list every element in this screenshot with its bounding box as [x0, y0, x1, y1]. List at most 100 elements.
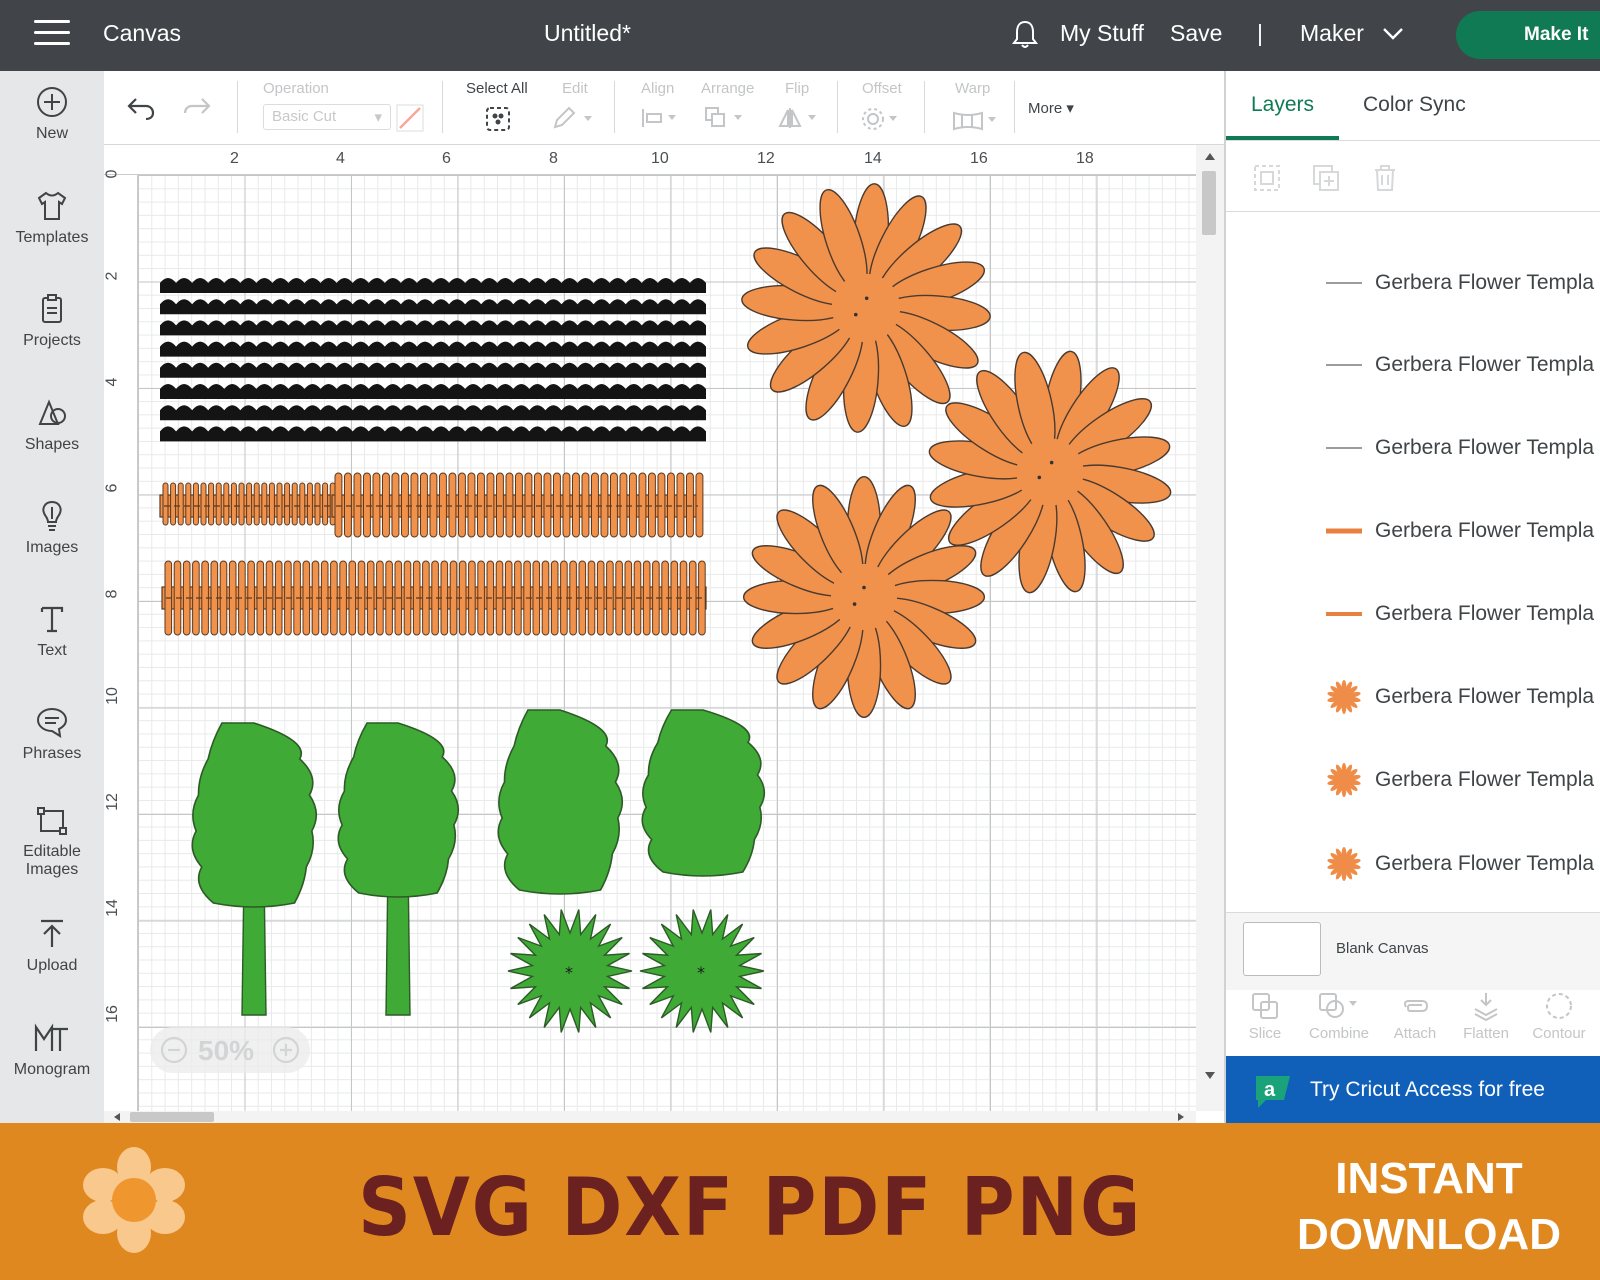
my-stuff-link[interactable]: My Stuff	[1060, 20, 1144, 47]
layer-item[interactable]: Gerbera Flower Templa	[1226, 243, 1600, 323]
layer-item[interactable]: Gerbera Flower Templa	[1226, 491, 1600, 571]
toolbar-separator	[924, 81, 925, 133]
fringe-tooth	[344, 472, 352, 538]
scroll-down-icon[interactable]	[1204, 1071, 1216, 1081]
layer-item[interactable]: Gerbera Flower Templa	[1226, 408, 1600, 488]
align-label: Align	[641, 80, 675, 97]
trash-icon[interactable]	[1370, 163, 1400, 193]
layer-item[interactable]: Gerbera Flower Templa	[1226, 824, 1600, 904]
combine-button[interactable]: Combine	[1304, 991, 1374, 1042]
align-icon[interactable]	[640, 107, 680, 129]
sidebar-item-editable-images[interactable]: Editable Images	[0, 803, 104, 879]
app-window: Canvas Untitled* My Stuff Save | Maker M…	[0, 0, 1600, 1280]
scroll-left-icon[interactable]	[112, 1112, 122, 1122]
fringe-tooth	[363, 472, 371, 538]
bell-icon[interactable]	[1010, 18, 1040, 50]
scroll-up-icon[interactable]	[1204, 151, 1216, 161]
select-all-icon[interactable]	[484, 105, 512, 133]
fringe-tooth	[284, 482, 291, 526]
zoom-in-icon[interactable]	[272, 1036, 300, 1064]
make-it-button[interactable]: Make It	[1456, 11, 1600, 59]
slice-button[interactable]: Slice	[1244, 991, 1286, 1042]
document-title[interactable]: Untitled*	[544, 20, 631, 47]
zoom-out-icon[interactable]	[160, 1036, 188, 1064]
fringe-tooth	[420, 472, 428, 538]
warp-icon[interactable]	[952, 109, 1000, 131]
undo-icon[interactable]	[126, 95, 156, 121]
orange-fringe-strips[interactable]	[159, 472, 707, 636]
vertical-scroll-thumb[interactable]	[1202, 171, 1216, 235]
green-sepals[interactable]: * *	[507, 909, 765, 1033]
fringe-tooth	[276, 482, 283, 526]
black-scalloped-strips[interactable]	[160, 278, 706, 442]
sidebar-item-phrases[interactable]: Phrases	[0, 705, 104, 763]
design-canvas[interactable]: 2 4 6 8 10 12 14 16 18 0 2 4 6 8 10 12 1…	[104, 145, 1224, 1123]
fringe-tooth	[372, 472, 381, 538]
layer-item[interactable]: Gerbera Flower Templa	[1226, 740, 1600, 820]
leaf-shape	[497, 709, 624, 895]
hamburger-menu-icon[interactable]	[34, 20, 70, 48]
chevron-down-icon[interactable]	[1382, 27, 1404, 41]
sidebar-item-images[interactable]: Images	[0, 499, 104, 557]
toolbar-separator	[1014, 81, 1015, 133]
fringe-swatch-icon	[1326, 612, 1362, 616]
sidebar-item-shapes[interactable]: Shapes	[0, 396, 104, 454]
select-all-label[interactable]: Select All	[466, 80, 528, 97]
group-icon[interactable]	[1252, 163, 1282, 193]
sidebar-item-upload[interactable]: Upload	[0, 917, 104, 975]
line-swatch-icon	[1326, 447, 1362, 449]
contour-button[interactable]: Contour	[1528, 991, 1590, 1042]
sidebar-item-new[interactable]: New	[0, 85, 104, 143]
toolbar-separator	[614, 81, 615, 133]
color-swatch-icon[interactable]	[396, 104, 424, 132]
layer-item[interactable]: Gerbera Flower Templa	[1226, 325, 1600, 405]
fringe-tooth	[177, 482, 184, 526]
layer-item[interactable]: Gerbera Flower Templa	[1226, 574, 1600, 654]
edit-toolbar: Operation Basic Cut ▾ Select All Edit Al…	[104, 71, 1224, 145]
layer-name: Gerbera Flower Templa	[1375, 436, 1595, 459]
machine-selector[interactable]: Maker	[1300, 20, 1364, 47]
canvas-title: Canvas	[103, 20, 181, 46]
sidebar-item-projects[interactable]: Projects	[0, 292, 104, 350]
horizontal-scroll-thumb[interactable]	[130, 1112, 214, 1122]
flip-icon[interactable]	[778, 106, 822, 130]
download-line: DOWNLOAD	[1297, 1210, 1561, 1259]
blank-canvas-swatch[interactable]	[1243, 922, 1321, 976]
sidebar-label-templates: Templates	[15, 229, 89, 246]
fringe-tooth	[314, 482, 321, 526]
flatten-button[interactable]: Flatten	[1458, 991, 1514, 1042]
vertical-scrollbar[interactable]	[1196, 145, 1224, 1111]
sidebar-item-text[interactable]: Text	[0, 602, 104, 660]
sidebar-item-templates[interactable]: Templates	[0, 189, 104, 247]
attach-button[interactable]: Attach	[1390, 991, 1440, 1042]
horizontal-scrollbar[interactable]	[104, 1111, 1196, 1123]
black-strip	[160, 426, 706, 442]
center-dot	[852, 602, 857, 606]
blank-canvas-row[interactable]: Blank Canvas	[1226, 912, 1600, 990]
black-strip	[160, 384, 706, 399]
gerbera-flower	[742, 475, 986, 719]
cricut-access-icon: a	[1256, 1076, 1290, 1108]
pencil-icon[interactable]	[552, 106, 596, 130]
flower-swatch-icon	[1327, 847, 1361, 881]
offset-icon[interactable]	[861, 106, 905, 132]
fringe-tooth	[215, 482, 222, 526]
flower-swatch-icon	[1327, 763, 1361, 797]
redo-icon[interactable]	[182, 95, 212, 121]
operation-dropdown[interactable]: Basic Cut ▾	[263, 104, 391, 130]
tab-color-sync[interactable]: Color Sync	[1363, 93, 1466, 117]
more-menu[interactable]: More ▾	[1028, 99, 1074, 117]
duplicate-icon[interactable]	[1311, 163, 1341, 193]
save-button[interactable]: Save	[1170, 20, 1222, 47]
fringe-tooth	[477, 472, 485, 538]
leaf-blade	[497, 709, 624, 895]
arrange-icon[interactable]	[704, 106, 748, 130]
fringe-tooth	[185, 482, 192, 526]
cricut-access-banner[interactable]: a Try Cricut Access for free	[1226, 1056, 1600, 1123]
tab-layers[interactable]: Layers	[1251, 93, 1314, 117]
sidebar-item-monogram[interactable]: Monogram	[0, 1021, 104, 1079]
scroll-right-icon[interactable]	[1176, 1112, 1186, 1122]
gerbera-flowers[interactable]	[733, 175, 1192, 719]
layer-item[interactable]: Gerbera Flower Templa	[1226, 657, 1600, 737]
flower-logo-icon	[83, 1147, 185, 1253]
